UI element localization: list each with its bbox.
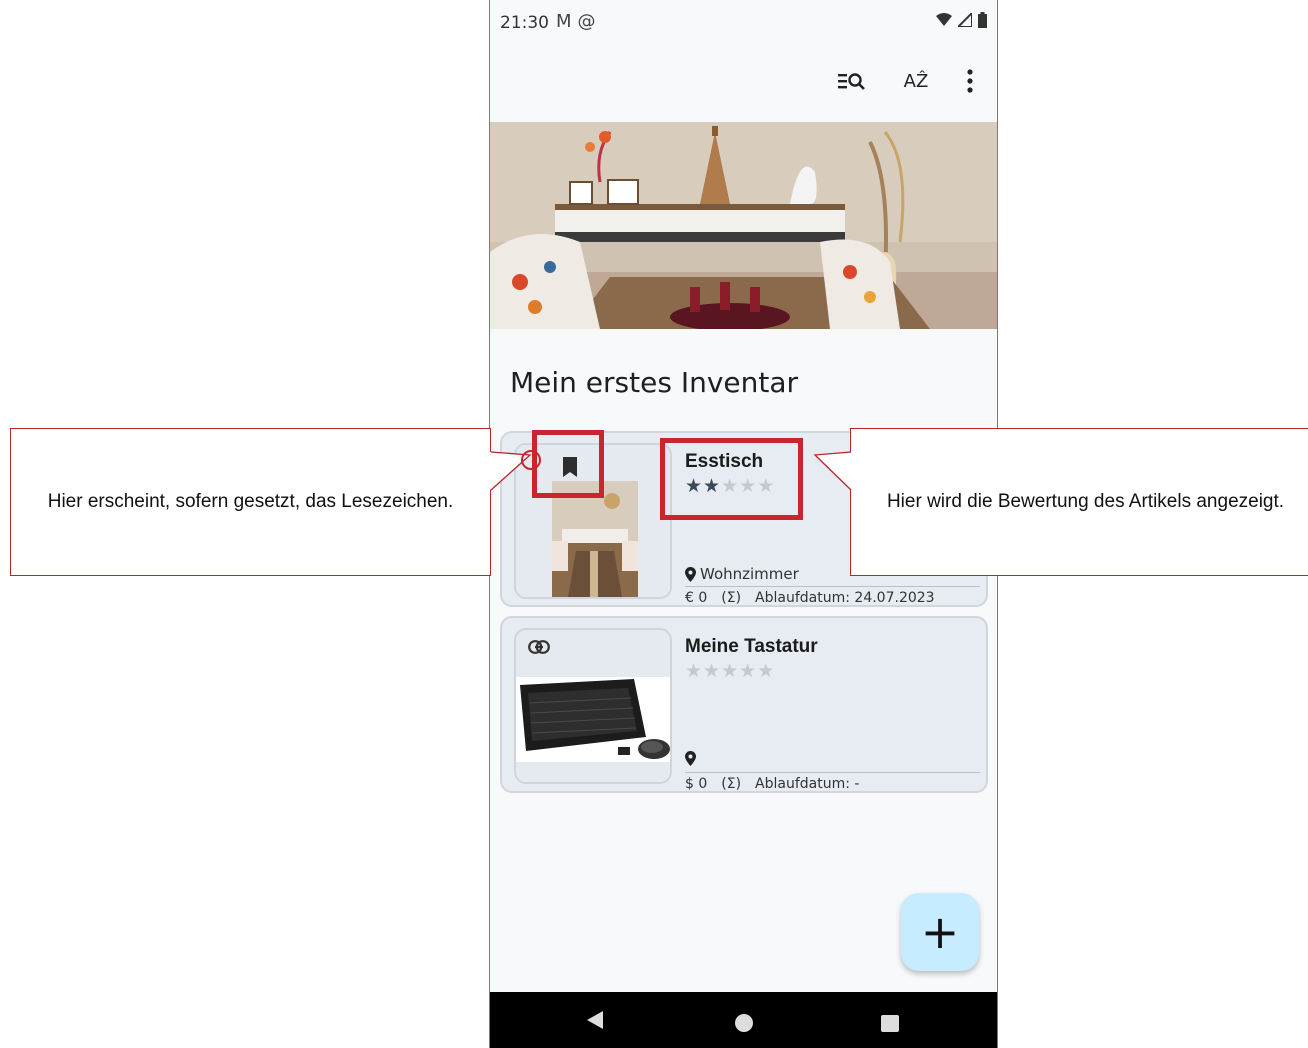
inventory-cover-image xyxy=(490,122,997,329)
star-icon: ★ xyxy=(721,660,740,682)
status-time: 21:30 xyxy=(500,13,549,33)
back-icon[interactable] xyxy=(587,1011,603,1029)
app-bar: AẐ xyxy=(490,56,997,106)
divider xyxy=(685,586,980,587)
item-location xyxy=(685,751,700,766)
location-label: Wohnzimmer xyxy=(700,565,799,583)
notification-icons: M@ xyxy=(556,11,602,32)
item-card[interactable]: Meine Tastatur ★★★★★ $ 0 (Σ) Ablaufdatum: … xyxy=(500,616,988,793)
item-photo xyxy=(552,481,638,597)
system-icons xyxy=(936,12,987,28)
navigation-bar xyxy=(490,992,997,1048)
wifi-icon xyxy=(936,13,952,26)
star-icon: ★ xyxy=(739,660,758,682)
annotation-bookmark-text: Hier erscheint, sofern gesetzt, das Lese… xyxy=(47,490,454,512)
star-icon: ★ xyxy=(703,660,722,682)
item-price: $ 0 xyxy=(685,776,708,792)
link-icon xyxy=(528,640,550,654)
sum-indicator: (Σ) xyxy=(721,590,742,606)
location-pin-icon xyxy=(685,566,696,582)
bookmark-highlight xyxy=(532,430,604,498)
item-meta: $ 0 (Σ) Ablaufdatum: - xyxy=(685,776,873,792)
location-pin-icon xyxy=(685,751,696,766)
annotation-bookmark: Hier erscheint, sofern gesetzt, das Lese… xyxy=(10,428,491,576)
recents-icon[interactable] xyxy=(881,1015,899,1032)
item-thumbnail xyxy=(514,628,672,784)
item-name: Meine Tastatur xyxy=(685,636,818,657)
more-vert-icon[interactable] xyxy=(960,66,980,96)
star-icon: ★ xyxy=(757,660,776,682)
annotation-rating: Hier wird die Bewertung des Artikels ang… xyxy=(850,428,1308,576)
expiry-date: Ablaufdatum: 24.07.2023 xyxy=(755,590,935,606)
signal-icon xyxy=(958,13,972,27)
item-location: Wohnzimmer xyxy=(685,565,799,583)
item-rating: ★★★★★ xyxy=(685,660,775,682)
home-icon[interactable] xyxy=(735,1014,753,1032)
sort-az-icon[interactable]: AẐ xyxy=(900,66,932,96)
star-icon: ★ xyxy=(685,660,704,682)
annotation-rating-text: Hier wird die Bewertung des Artikels ang… xyxy=(886,490,1285,512)
at-sign-icon: @ xyxy=(577,11,602,32)
sum-indicator: (Σ) xyxy=(721,776,742,792)
gmail-icon: M xyxy=(556,11,578,32)
item-price: € 0 xyxy=(685,590,708,606)
search-filter-icon[interactable] xyxy=(836,66,868,96)
add-item-button[interactable]: + xyxy=(901,893,979,971)
item-photo xyxy=(516,677,670,762)
divider xyxy=(685,772,980,773)
battery-icon xyxy=(978,12,987,28)
rating-highlight xyxy=(660,438,803,520)
item-meta: € 0 (Σ) Ablaufdatum: 24.07.2023 xyxy=(685,590,949,606)
expiry-date: Ablaufdatum: - xyxy=(755,776,860,792)
status-bar: 21:30 M@ xyxy=(490,0,997,46)
inventory-title: Mein erstes Inventar xyxy=(510,366,799,399)
